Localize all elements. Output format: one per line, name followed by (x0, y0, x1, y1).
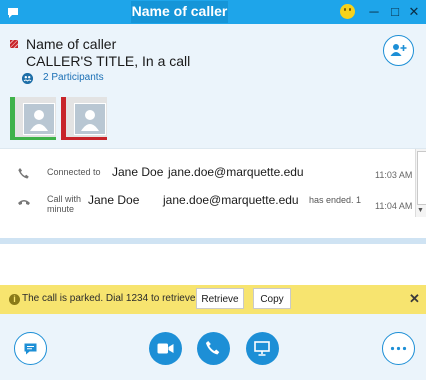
person-icon (81, 110, 99, 131)
message-time: 11:04 AM (375, 201, 413, 211)
video-button[interactable] (149, 332, 182, 365)
call-button[interactable] (197, 332, 230, 365)
maximize-button[interactable]: □ (385, 2, 405, 22)
close-notification-icon[interactable]: ✕ (409, 291, 420, 307)
title-bar: Name of caller ─ □ ✕ (0, 0, 426, 24)
message-time: 11:03 AM (375, 170, 413, 180)
video-icon (157, 343, 174, 354)
contact-email[interactable]: jane.doe@marquette.edu (168, 165, 304, 179)
scrollbar-thumb[interactable] (417, 151, 426, 205)
screen-share-icon (254, 341, 270, 356)
message-prefix: Call with (47, 194, 82, 204)
message-prefix-continued: minute (47, 204, 75, 214)
conversation-scrollbar[interactable]: ▼ (415, 149, 426, 217)
emoji-icon[interactable] (340, 4, 355, 19)
participant-avatar[interactable] (61, 97, 107, 140)
message-suffix: has ended. 1 (309, 195, 362, 205)
notification-message: The call is parked. Dial 1234 to retriev… (22, 293, 199, 304)
participants-link[interactable]: 2 Participants (43, 72, 104, 83)
participant-avatar[interactable] (10, 97, 56, 140)
participants-icon[interactable] (22, 73, 33, 84)
caller-title-status: CALLER'S TITLE, In a call (26, 53, 191, 69)
avatar-placeholder (23, 103, 55, 135)
avatar-placeholder (74, 103, 106, 135)
info-icon: i (9, 294, 20, 305)
chat-icon (24, 343, 37, 355)
retrieve-button[interactable]: Retrieve (196, 288, 244, 309)
chat-button[interactable] (14, 332, 47, 365)
window-title: Name of caller (131, 3, 228, 19)
phone-icon (18, 168, 29, 179)
person-icon (30, 110, 48, 131)
call-icon (205, 341, 220, 355)
contact-email[interactable]: jane.doe@marquette.edu (163, 193, 299, 207)
message-prefix: Connected to (47, 167, 101, 177)
minimize-button[interactable]: ─ (364, 2, 384, 22)
caller-name[interactable]: Name of caller (26, 36, 116, 52)
copy-button[interactable]: Copy (253, 288, 291, 309)
presence-busy-icon (10, 40, 18, 48)
parked-call-notification: i The call is parked. Dial 1234 to retri… (0, 285, 426, 314)
more-icon (390, 346, 407, 351)
chat-input-area[interactable] (0, 244, 426, 284)
app-icon (8, 8, 18, 18)
add-participant-icon (390, 44, 407, 56)
more-options-button[interactable] (382, 332, 415, 365)
close-button[interactable]: ✕ (404, 2, 424, 22)
screen-share-button[interactable] (246, 332, 279, 365)
contact-name[interactable]: Jane Doe (112, 165, 163, 179)
scroll-down-arrow-icon[interactable]: ▼ (417, 207, 424, 214)
contact-name[interactable]: Jane Doe (88, 193, 139, 207)
add-participant-button[interactable] (383, 35, 414, 66)
hangup-icon (18, 200, 30, 205)
